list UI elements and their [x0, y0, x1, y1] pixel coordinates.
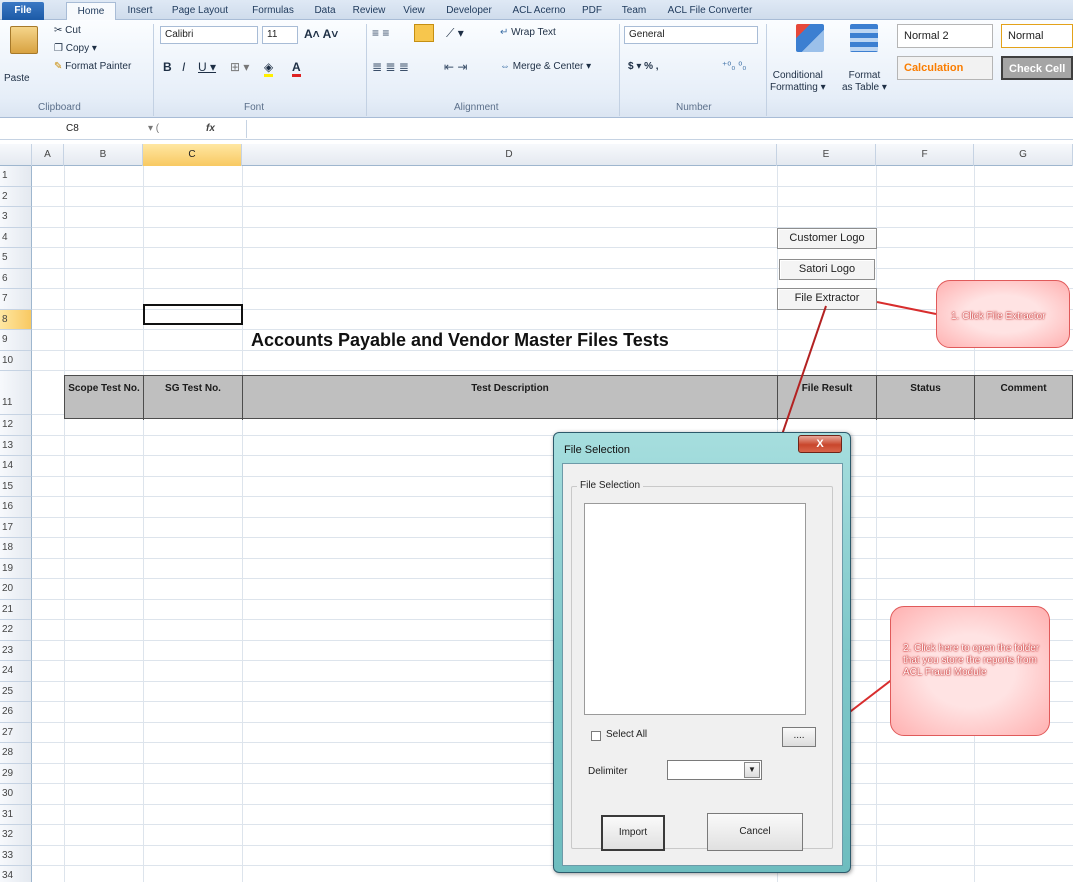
frame-label: File Selection	[577, 480, 644, 491]
annotation-arrows	[766, 301, 937, 745]
callout-step-1: 1. Click File Extractor	[936, 280, 1070, 348]
browse-folder-button[interactable]: ....	[782, 727, 816, 747]
cancel-button[interactable]: Cancel	[707, 813, 803, 851]
dialog-title: File Selection	[564, 444, 631, 456]
close-icon: X	[816, 438, 824, 450]
dialog-body: File Selection Select All .... Delimiter…	[562, 463, 843, 866]
file-list-box[interactable]	[584, 503, 806, 715]
file-selection-dialog: File Selection X File Selection Select A…	[553, 432, 851, 873]
select-all-checkbox[interactable]	[591, 731, 601, 741]
arrow-to-file-extractor	[876, 301, 937, 315]
dialog-close-button[interactable]: X	[798, 435, 842, 453]
delimiter-select[interactable]: ▼	[667, 760, 762, 780]
import-button[interactable]: Import	[601, 815, 665, 851]
dropdown-arrow-icon[interactable]: ▼	[744, 762, 760, 778]
select-all-label[interactable]: Select All	[606, 729, 647, 740]
callout-step-2: 2. Click here to open the folder that yo…	[890, 606, 1050, 736]
delimiter-label: Delimiter	[588, 766, 628, 777]
